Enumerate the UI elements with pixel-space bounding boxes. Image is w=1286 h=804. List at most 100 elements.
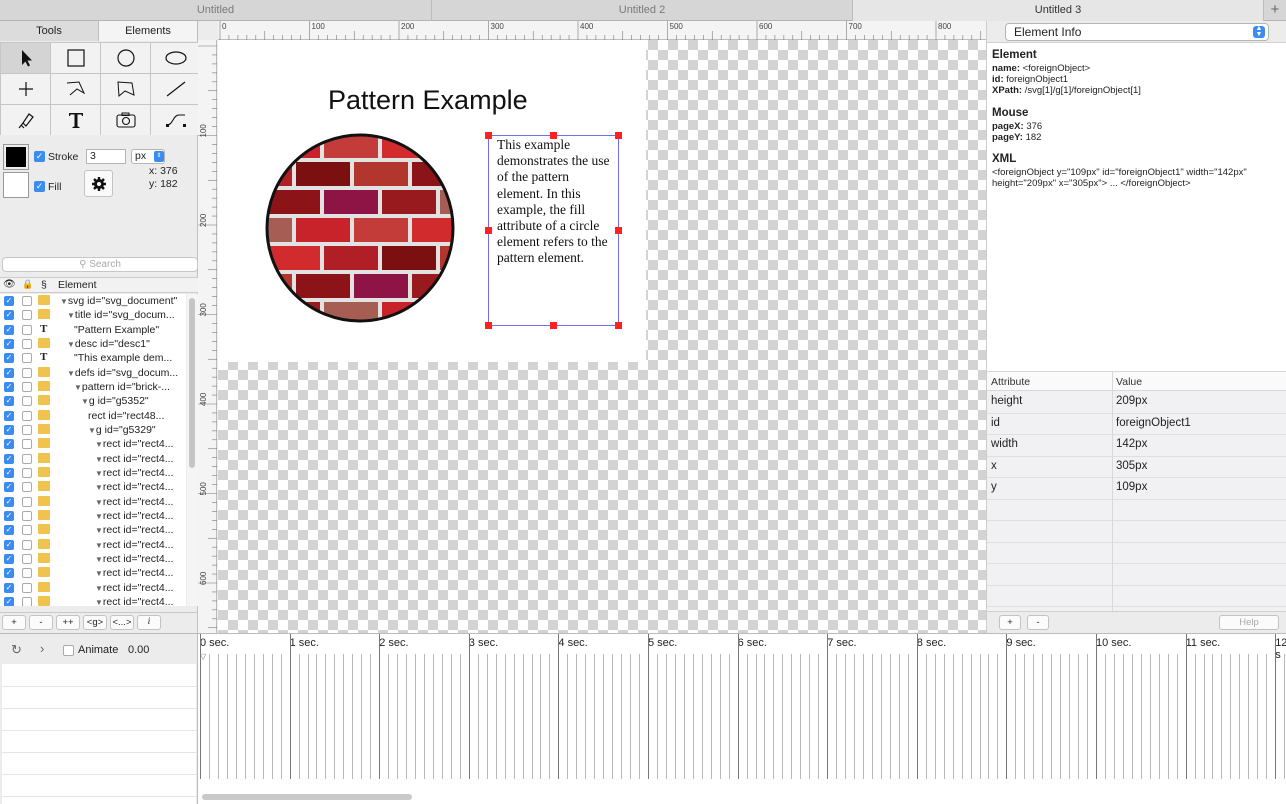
tree-row[interactable]: ✓ ▼rect id="rect4... bbox=[0, 509, 186, 523]
settings-button[interactable] bbox=[84, 170, 113, 197]
attribute-row[interactable]: width 142px bbox=[987, 435, 1286, 457]
visible-checkbox[interactable]: ✓ bbox=[4, 310, 14, 321]
resize-handle-nw[interactable] bbox=[485, 132, 492, 139]
visible-checkbox[interactable]: ✓ bbox=[4, 510, 14, 521]
resize-handle-n[interactable] bbox=[550, 132, 557, 139]
resize-handle-s[interactable] bbox=[550, 322, 557, 329]
attribute-value[interactable]: 209px bbox=[1116, 395, 1147, 407]
attribute-name[interactable]: y bbox=[991, 481, 997, 493]
lock-checkbox[interactable] bbox=[22, 381, 32, 392]
lock-checkbox[interactable] bbox=[22, 596, 32, 606]
brick-pattern-circle[interactable] bbox=[264, 132, 456, 324]
attribute-row[interactable]: height 209px bbox=[987, 392, 1286, 414]
visible-checkbox[interactable]: ✓ bbox=[4, 338, 14, 349]
tab-untitled-2[interactable]: Untitled 2 bbox=[432, 0, 853, 21]
attribute-name[interactable]: x bbox=[991, 460, 997, 472]
lock-checkbox[interactable] bbox=[22, 367, 32, 378]
tree-row[interactable]: ✓ ▼rect id="rect4... bbox=[0, 466, 186, 480]
tree-row[interactable]: ✓ ▼g id="g5352" bbox=[0, 394, 186, 408]
tree-row[interactable]: ✓ ▼rect id="rect4... bbox=[0, 495, 186, 509]
polyline-tool[interactable] bbox=[51, 74, 100, 104]
tree-scroll-thumb[interactable] bbox=[189, 298, 195, 468]
disclosure-triangle-icon[interactable]: ▼ bbox=[88, 426, 96, 435]
help-button[interactable]: Help bbox=[1219, 615, 1279, 630]
attribute-row[interactable] bbox=[987, 521, 1286, 543]
play-icon[interactable]: › bbox=[40, 641, 44, 656]
add-attribute-button[interactable]: + bbox=[999, 615, 1021, 630]
tree-row[interactable]: ✓ ▼rect id="rect4... bbox=[0, 581, 186, 595]
remove-element-button[interactable]: - bbox=[29, 615, 53, 630]
disclosure-triangle-icon[interactable]: ▼ bbox=[74, 383, 82, 392]
visible-checkbox[interactable]: ✓ bbox=[4, 553, 14, 564]
rectangle-tool[interactable] bbox=[51, 43, 100, 73]
visible-checkbox[interactable]: ✓ bbox=[4, 539, 14, 550]
disclosure-triangle-icon[interactable]: ▼ bbox=[95, 512, 103, 521]
fill-color-swatch[interactable] bbox=[3, 172, 29, 198]
tree-row[interactable]: ✓ ▼rect id="rect4... bbox=[0, 566, 186, 580]
stroke-checkbox[interactable]: ✓ bbox=[34, 151, 45, 162]
disclosure-triangle-icon[interactable]: ▼ bbox=[95, 584, 103, 593]
attribute-name[interactable]: height bbox=[991, 395, 1022, 407]
disclosure-triangle-icon[interactable]: ▼ bbox=[67, 311, 75, 320]
lock-checkbox[interactable] bbox=[22, 582, 32, 593]
visible-checkbox[interactable]: ✓ bbox=[4, 467, 14, 478]
lock-checkbox[interactable] bbox=[22, 296, 32, 306]
attribute-column-header[interactable]: Attribute bbox=[991, 376, 1030, 388]
fill-checkbox[interactable]: ✓ bbox=[34, 181, 45, 192]
disclosure-triangle-icon[interactable]: ▼ bbox=[95, 455, 103, 464]
disclosure-triangle-icon[interactable]: ▼ bbox=[95, 569, 103, 578]
crosshair-tool[interactable] bbox=[1, 74, 50, 104]
lock-checkbox[interactable] bbox=[22, 525, 32, 536]
timeline[interactable]: 0 sec. 1 sec. 2 sec. 3 sec. 4 sec. 5 sec. 6 se… bbox=[198, 633, 1286, 804]
attribute-value[interactable]: foreignObject1 bbox=[1116, 417, 1191, 429]
resize-handle-w[interactable] bbox=[485, 227, 492, 234]
visible-checkbox[interactable]: ✓ bbox=[4, 582, 14, 593]
tree-row[interactable]: ✓ ▼svg id="svg_document" bbox=[0, 294, 186, 308]
lock-checkbox[interactable] bbox=[22, 439, 32, 450]
playhead-marker-icon[interactable]: ▽ bbox=[200, 652, 206, 661]
resize-handle-sw[interactable] bbox=[485, 322, 492, 329]
lock-checkbox[interactable] bbox=[22, 410, 32, 421]
visible-checkbox[interactable]: ✓ bbox=[4, 353, 14, 364]
visible-checkbox[interactable]: ✓ bbox=[4, 525, 14, 536]
tree-row[interactable]: ✓ ▼rect id="rect4... bbox=[0, 538, 186, 552]
lock-checkbox[interactable] bbox=[22, 453, 32, 464]
visible-checkbox[interactable]: ✓ bbox=[4, 439, 14, 450]
lock-checkbox[interactable] bbox=[22, 324, 32, 335]
lock-checkbox[interactable] bbox=[22, 424, 32, 435]
add-tab-button[interactable]: + bbox=[1264, 0, 1286, 21]
visible-checkbox[interactable]: ✓ bbox=[4, 496, 14, 507]
lock-checkbox[interactable] bbox=[22, 310, 32, 321]
tab-untitled[interactable]: Untitled bbox=[0, 0, 432, 21]
drawing-canvas[interactable]: Pattern Example This example demonstrate… bbox=[218, 40, 986, 633]
circle-tool[interactable] bbox=[101, 43, 150, 73]
disclosure-triangle-icon[interactable]: ▼ bbox=[67, 369, 75, 378]
lock-checkbox[interactable] bbox=[22, 467, 32, 478]
group-button[interactable]: <g> bbox=[83, 615, 107, 630]
visible-checkbox[interactable]: ✓ bbox=[4, 596, 14, 606]
visible-checkbox[interactable]: ✓ bbox=[4, 367, 14, 378]
attribute-value[interactable]: 109px bbox=[1116, 481, 1147, 493]
visible-checkbox[interactable]: ✓ bbox=[4, 482, 14, 493]
disclosure-triangle-icon[interactable]: ▼ bbox=[95, 598, 103, 606]
lock-checkbox[interactable] bbox=[22, 353, 32, 364]
attribute-row[interactable] bbox=[987, 586, 1286, 607]
attribute-row[interactable] bbox=[987, 543, 1286, 564]
tab-elements[interactable]: Elements bbox=[99, 21, 198, 41]
add-child-button[interactable]: ++ bbox=[56, 615, 80, 630]
visible-checkbox[interactable]: ✓ bbox=[4, 410, 14, 421]
tree-row[interactable]: ✓ ▼rect id="rect4... bbox=[0, 452, 186, 466]
attribute-value[interactable]: 142px bbox=[1116, 438, 1147, 450]
select-tool[interactable] bbox=[1, 43, 50, 73]
lock-checkbox[interactable] bbox=[22, 338, 32, 349]
attribute-name[interactable]: id bbox=[991, 417, 1000, 429]
resize-handle-e[interactable] bbox=[615, 227, 622, 234]
attribute-row[interactable]: id foreignObject1 bbox=[987, 414, 1286, 435]
path-tool[interactable] bbox=[151, 105, 200, 135]
stroke-width-field[interactable]: 3 bbox=[86, 149, 126, 164]
resize-handle-se[interactable] bbox=[615, 322, 622, 329]
lock-checkbox[interactable] bbox=[22, 539, 32, 550]
resize-handle-ne[interactable] bbox=[615, 132, 622, 139]
disclosure-triangle-icon[interactable]: ▼ bbox=[95, 440, 103, 449]
lock-checkbox[interactable] bbox=[22, 496, 32, 507]
